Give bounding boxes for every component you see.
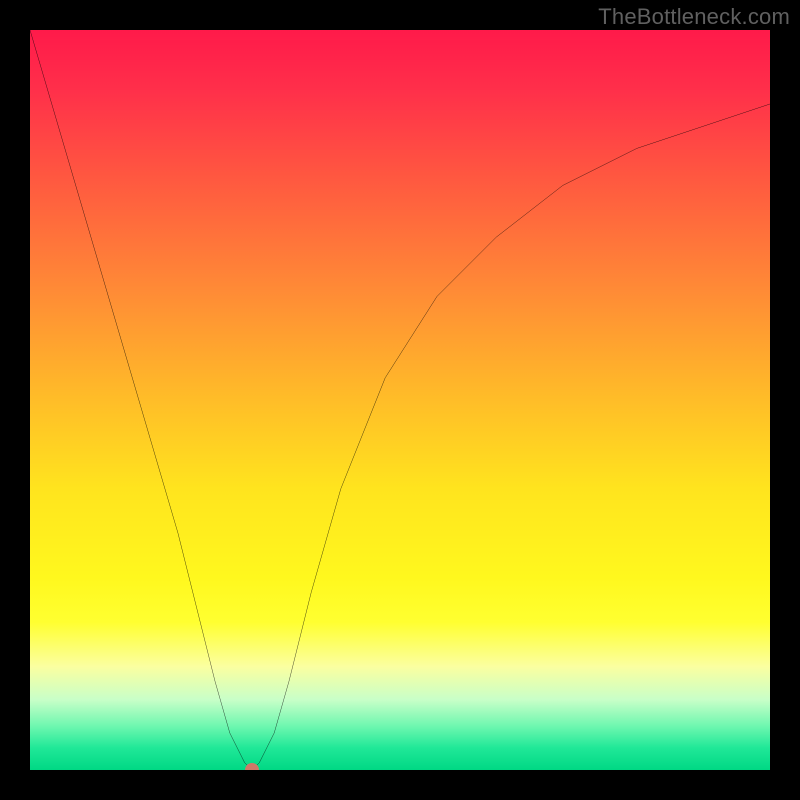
chart-marker-dot <box>245 763 259 770</box>
chart-curve-path <box>30 30 770 770</box>
chart-plot-area <box>30 30 770 770</box>
watermark-text: TheBottleneck.com <box>598 4 790 30</box>
chart-curve-svg <box>30 30 770 770</box>
